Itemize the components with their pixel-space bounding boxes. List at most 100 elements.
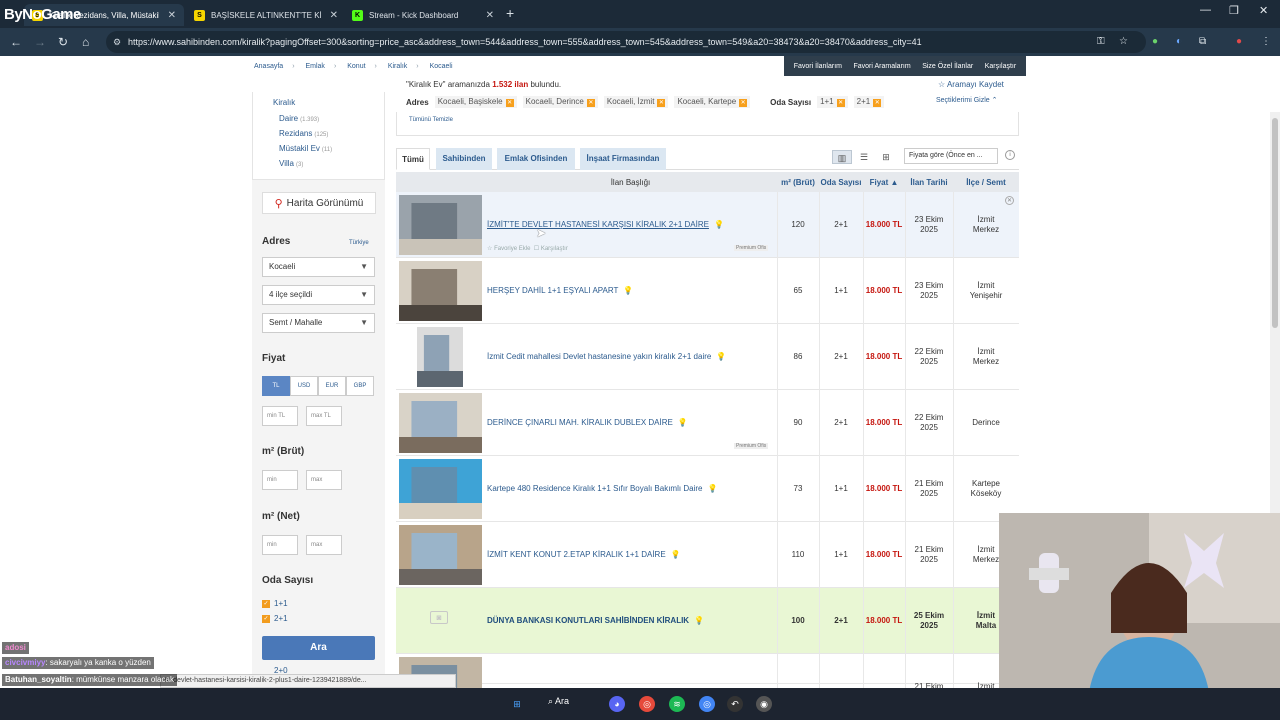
table-row[interactable]: İzmit Cedit mahallesi Devlet hastanesine… xyxy=(396,324,1019,390)
min-price-input[interactable]: min TL xyxy=(262,406,298,426)
extensions-puzzle-icon[interactable]: ⧉ xyxy=(1199,36,1206,47)
breadcrumb-item[interactable]: Anasayfa xyxy=(254,63,283,70)
checkbox-checked-icon[interactable]: ✓ xyxy=(262,614,270,623)
scroll-thumb[interactable] xyxy=(1272,118,1278,328)
clear-all-link[interactable]: Tümünü Temizle xyxy=(409,117,453,123)
m2-net-max-input[interactable]: max xyxy=(306,535,342,555)
reload-icon[interactable]: ↻ xyxy=(58,35,68,49)
city-select[interactable]: Kocaeli ▼ xyxy=(262,257,375,277)
info-icon[interactable]: i xyxy=(1005,150,1015,160)
category-header[interactable]: Kiralık xyxy=(273,98,295,107)
extension-icon[interactable]: ● xyxy=(1152,36,1158,47)
listing-photo[interactable] xyxy=(399,261,482,321)
m2-net-min-input[interactable]: min xyxy=(262,535,298,555)
close-tab-icon[interactable]: ✕ xyxy=(486,10,494,21)
browser-menu-icon[interactable]: ⋮ xyxy=(1261,36,1271,47)
compare-label[interactable]: Karşılaştır xyxy=(541,246,568,252)
obs-icon[interactable]: ◉ xyxy=(756,696,772,712)
listing-title[interactable]: İZMİT KENT KONUT 2.ETAP KİRALIK 1+1 DAİR… xyxy=(487,550,666,560)
listing-title[interactable]: İZMİT'TE DEVLET HASTANESİ KARŞISI KİRALI… xyxy=(487,220,709,230)
category-item-mustakil[interactable]: Müstakil Ev (11) xyxy=(279,144,332,153)
remove-filter-icon[interactable]: ✕ xyxy=(739,99,748,107)
browser-tab-2[interactable]: S BAŞİSKELE ALTINKENT'TE KİRALIK ✕ xyxy=(186,4,346,26)
hide-selected-toggle[interactable]: Seçtiklerimi Gizle ⌃ xyxy=(936,96,998,104)
window-close-icon[interactable]: ✕ xyxy=(1259,4,1268,17)
tab-owner[interactable]: Sahibinden xyxy=(436,148,492,170)
compare-link[interactable]: Karşılaştır xyxy=(985,63,1017,70)
listing-title[interactable]: DERİNCE ÇINARLI MAH. KİRALIK DUBLEX DAİR… xyxy=(487,418,673,428)
col-rooms[interactable]: Oda Sayısı xyxy=(819,172,863,192)
forward-icon[interactable]: → xyxy=(34,35,46,49)
filter-chip[interactable]: Kocaeli, Kartepe ✕ xyxy=(674,96,751,108)
favorite-label[interactable]: Favoriye Ekle xyxy=(494,246,530,252)
home-icon[interactable]: ⌂ xyxy=(82,35,89,49)
listing-title[interactable]: Kartepe 480 Residence Kiralık 1+1 Sıfır … xyxy=(487,484,702,494)
listing-photo[interactable] xyxy=(417,327,463,387)
tab-all[interactable]: Tümü xyxy=(396,148,430,170)
password-key-icon[interactable]: ⚿ xyxy=(1097,36,1105,47)
checkbox-checked-icon[interactable]: ✓ xyxy=(262,599,270,608)
new-tab-icon[interactable]: + xyxy=(506,5,514,21)
listing-title-cell[interactable]: İZMİT KENT KONUT 2.ETAP KİRALIK 1+1 DAİR… xyxy=(487,522,777,588)
currency-tl[interactable]: TL xyxy=(262,376,290,396)
filter-chip[interactable]: Kocaeli, İzmit ✕ xyxy=(603,96,669,108)
table-row[interactable]: 21 Ekim İzmit xyxy=(396,654,1019,720)
currency-gbp[interactable]: GBP xyxy=(346,376,374,396)
special-listings-link[interactable]: Size Özel İlanlar xyxy=(922,63,973,70)
tab-agency[interactable]: Emlak Ofisinden xyxy=(497,148,575,170)
neighborhood-select[interactable]: Semt / Mahalle ▼ xyxy=(262,313,375,333)
listing-title-cell[interactable]: DÜNYA BANKASI KONUTLARI SAHİBİNDEN KİRAL… xyxy=(487,588,777,654)
col-date[interactable]: İlan Tarihi xyxy=(905,172,953,192)
m2-brut-max-input[interactable]: max xyxy=(306,470,342,490)
maximize-icon[interactable]: ❐ xyxy=(1229,4,1239,17)
remove-filter-icon[interactable]: ✕ xyxy=(586,99,595,107)
map-view-button[interactable]: ⚲ Harita Görünümü xyxy=(262,192,376,214)
filter-chip[interactable]: Kocaeli, Derince ✕ xyxy=(522,96,598,108)
compare-checkbox[interactable]: ☐ xyxy=(534,246,539,252)
max-price-input[interactable]: max TL xyxy=(306,406,342,426)
compact-view-icon[interactable]: ☰ xyxy=(854,150,874,164)
breadcrumb-item[interactable]: Konut xyxy=(347,63,365,70)
close-tab-icon[interactable]: ✕ xyxy=(330,10,338,21)
save-search-button[interactable]: ☆ Aramayı Kaydet xyxy=(938,80,1004,89)
favorite-star-icon[interactable]: ☆ xyxy=(487,246,492,252)
remove-filter-icon[interactable]: ✕ xyxy=(505,99,514,107)
currency-usd[interactable]: USD xyxy=(290,376,318,396)
filter-chip[interactable]: Kocaeli, Başiskele ✕ xyxy=(434,96,517,108)
bookmark-star-icon[interactable]: ☆ xyxy=(1119,36,1128,47)
close-tab-icon[interactable]: ✕ xyxy=(168,10,176,21)
m2-brut-min-input[interactable]: min xyxy=(262,470,298,490)
breadcrumb-item[interactable]: Kiralık xyxy=(388,63,407,70)
listing-title[interactable]: İzmit Cedit mahallesi Devlet hastanesine… xyxy=(487,352,711,362)
listing-title-cell[interactable]: HERŞEY DAHİL 1+1 EŞYALI APART 💡 xyxy=(487,258,777,324)
category-item-daire[interactable]: Daire (1.393) xyxy=(279,114,319,123)
col-price[interactable]: Fiyat ▲ xyxy=(863,172,905,192)
close-icon[interactable]: ✕ xyxy=(1005,196,1014,205)
country-link[interactable]: Türkiye xyxy=(349,240,369,246)
listing-title[interactable]: DÜNYA BANKASI KONUTLARI SAHİBİNDEN KİRAL… xyxy=(487,616,689,626)
spotify-icon[interactable]: ≋ xyxy=(669,696,685,712)
room-option-1-1[interactable]: ✓ 1+1 xyxy=(262,599,288,608)
grid-view-icon[interactable]: ⊞ xyxy=(876,150,896,164)
breadcrumb-item[interactable]: Emlak xyxy=(305,63,324,70)
minimize-icon[interactable]: — xyxy=(1200,4,1211,16)
chrome-profile-icon[interactable]: ◎ xyxy=(699,696,715,712)
remove-filter-icon[interactable]: ✕ xyxy=(657,99,666,107)
profile-avatar-icon[interactable]: ● xyxy=(1236,36,1242,47)
table-row[interactable]: İZMİT KENT KONUT 2.ETAP KİRALIK 1+1 DAİR… xyxy=(396,522,1019,588)
listing-title-cell[interactable]: Kartepe 480 Residence Kiralık 1+1 Sıfır … xyxy=(487,456,777,522)
back-icon[interactable]: ← xyxy=(10,35,22,49)
remove-filter-icon[interactable]: ✕ xyxy=(873,99,882,107)
category-item-villa[interactable]: Villa (3) xyxy=(279,159,303,168)
listing-title[interactable]: HERŞEY DAHİL 1+1 EŞYALI APART xyxy=(487,286,618,296)
app-icon[interactable]: ↶ xyxy=(727,696,743,712)
listing-photo[interactable] xyxy=(399,525,482,585)
room-option-2-1[interactable]: ✓ 2+1 xyxy=(262,614,288,623)
site-info-icon[interactable]: ⚙ xyxy=(113,31,121,53)
sort-select[interactable]: Fiyata göre (Önce en ... xyxy=(904,148,998,164)
taskbar-search[interactable]: ⌕ Ara xyxy=(548,696,569,707)
tab-construction[interactable]: İnşaat Firmasından xyxy=(580,148,666,170)
favorite-listings-link[interactable]: Favori İlanlarım xyxy=(794,63,842,70)
category-item-rezidans[interactable]: Rezidans (125) xyxy=(279,129,328,138)
table-row[interactable]: DERİNCE ÇINARLI MAH. KİRALIK DUBLEX DAİR… xyxy=(396,390,1019,456)
